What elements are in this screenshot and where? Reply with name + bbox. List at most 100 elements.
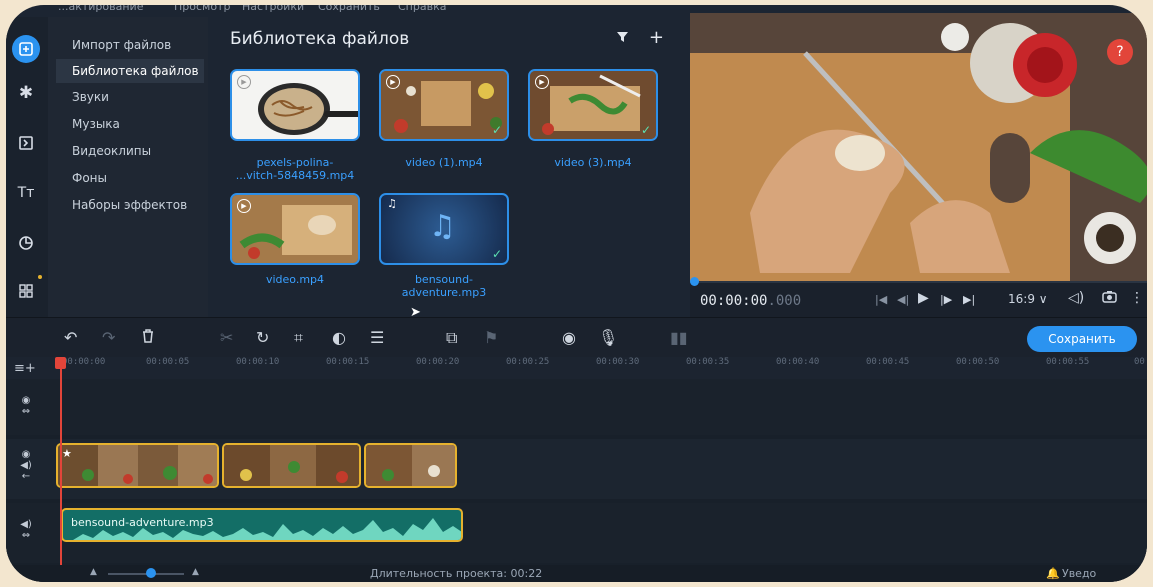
category-backgrounds[interactable]: Фоны	[56, 166, 204, 190]
clip-filmstrip	[58, 445, 217, 486]
player-controls: 00:00:00.000 |◀ ◀| ▶ |▶ ▶| 16:9 ∨ ◁) ⋮	[690, 277, 1147, 317]
plus-icon[interactable]: +	[649, 27, 664, 48]
link-icon[interactable]: ⇔	[6, 530, 46, 541]
library-tools: +	[616, 27, 664, 48]
text-track-controls: ◉ ⇔	[6, 395, 46, 417]
status-bar: ▲ ▲ Длительность проекта: 00:22 🔔 Уведо	[6, 565, 1147, 582]
transition-icon[interactable]	[12, 129, 40, 157]
step-back-icon[interactable]: ◀|	[897, 293, 909, 306]
library-item-caption: video (1).mp4	[405, 156, 483, 169]
library-item-caption: video.mp4	[265, 273, 325, 286]
bell-icon[interactable]: 🔔	[1046, 567, 1060, 580]
text-icon[interactable]: Tт	[12, 179, 40, 207]
undo-icon[interactable]: ↶	[64, 328, 77, 347]
library-item-audio[interactable]: ♫ ♫ ✓	[379, 193, 509, 265]
marker-icon[interactable]: ⚑	[484, 328, 498, 347]
volume-icon[interactable]: ◁)	[1068, 290, 1084, 306]
skip-start-icon[interactable]: |◀	[875, 293, 887, 306]
category-music[interactable]: Музыка	[56, 112, 204, 136]
help-button[interactable]: ?	[1107, 39, 1133, 65]
library-title: Библиотека файлов	[230, 29, 410, 49]
zoom-slider-knob[interactable]	[146, 568, 156, 578]
category-import[interactable]: Импорт файлов	[56, 33, 204, 57]
pin-icon[interactable]: ✱	[12, 79, 40, 107]
clip-filmstrip	[224, 445, 359, 486]
video-badge-icon: ▶	[237, 199, 251, 213]
color-adjust-icon[interactable]: ◐	[332, 328, 346, 347]
library-item[interactable]: ▶	[230, 193, 360, 265]
redo-icon[interactable]: ↷	[102, 328, 115, 347]
mute-icon[interactable]: ◀)	[6, 519, 46, 530]
video-clip[interactable]	[222, 443, 361, 488]
library-item[interactable]: ▶ ✓	[528, 69, 658, 141]
zoom-in-icon[interactable]: ▲	[192, 567, 199, 577]
library-item[interactable]: ▶ ✓	[379, 69, 509, 141]
mute-icon[interactable]: ◀)	[6, 460, 46, 471]
category-videoclips[interactable]: Видеоклипы	[56, 139, 204, 163]
link-icon[interactable]: ←	[6, 471, 46, 482]
snapshot-icon[interactable]	[1102, 290, 1117, 307]
music-badge-icon: ♫	[387, 197, 397, 210]
category-library[interactable]: Библиотека файлов	[56, 59, 204, 83]
playhead-handle[interactable]	[55, 357, 66, 369]
audio-clip-name: bensound-adventure.mp3	[71, 516, 214, 529]
video-preview[interactable]: ?	[690, 13, 1147, 281]
play-icon[interactable]: ▶	[918, 290, 929, 306]
notifications-label[interactable]: Уведо	[1062, 567, 1096, 580]
import-icon[interactable]	[12, 35, 40, 63]
ruler-tick: 00:00:05	[146, 357, 190, 367]
project-duration: Длительность проекта: 00:22	[370, 567, 543, 580]
more-menu-icon[interactable]: ⋮	[1130, 290, 1144, 306]
ruler-tick: 00:00:30	[596, 357, 640, 367]
rotate-icon[interactable]: ↻	[256, 328, 269, 347]
preview-progress-track	[690, 281, 1147, 283]
visibility-icon[interactable]: ◉	[6, 449, 46, 460]
microphone-icon[interactable]: 🎙	[598, 328, 618, 347]
ruler-tick: 00:00:10	[236, 357, 280, 367]
visibility-icon[interactable]: ◉	[6, 395, 46, 406]
sticker-icon[interactable]	[12, 229, 40, 257]
step-forward-icon[interactable]: |▶	[940, 293, 952, 306]
add-track-icon[interactable]: ≡+	[14, 361, 36, 376]
save-button[interactable]: Сохранить	[1027, 326, 1137, 352]
transition-tool-icon[interactable]: ⧉	[446, 328, 457, 348]
filter-icon[interactable]	[616, 27, 635, 48]
star-icon: ★	[62, 447, 72, 460]
tool-rail: ✱ Tт	[6, 17, 48, 317]
menu-view[interactable]: Просмотр	[174, 5, 230, 13]
menu-save[interactable]: Сохранить	[318, 5, 380, 13]
menu-edit[interactable]: ...актирование	[58, 5, 143, 13]
ruler-tick: 00:00:40	[776, 357, 820, 367]
video-clip[interactable]	[364, 443, 457, 488]
ruler-tick: 00:00:55	[1046, 357, 1090, 367]
link-icon[interactable]: ⇔	[6, 406, 46, 417]
video-clip[interactable]: ★	[56, 443, 219, 488]
video-badge-icon: ▶	[237, 75, 251, 89]
menu-settings[interactable]: Настройки	[242, 5, 304, 13]
audio-clip[interactable]: bensound-adventure.mp3	[61, 508, 463, 542]
clip-properties-icon[interactable]: ☰	[370, 328, 384, 347]
category-sounds[interactable]: Звуки	[56, 85, 204, 109]
ruler-tick: 00:00:45	[866, 357, 910, 367]
screenshot-frame: ...актирование Просмотр Настройки Сохран…	[0, 0, 1153, 587]
aspect-ratio-dropdown[interactable]: 16:9 ∨	[1008, 292, 1048, 306]
menu-help[interactable]: Справка	[398, 5, 446, 13]
cut-icon[interactable]: ✂	[220, 328, 233, 347]
timeline-ruler[interactable]: ≡+ 00:00:00 00:00:05 00:00:10 00:00:15 0…	[6, 357, 1147, 379]
library-item[interactable]: ▶	[230, 69, 360, 141]
file-library: Библиотека файлов + ▶ pexels-polina- ...…	[208, 17, 688, 320]
ruler-tick: 00:00:50	[956, 357, 1000, 367]
delete-icon[interactable]	[142, 328, 154, 347]
apps-icon[interactable]	[12, 275, 42, 305]
category-effect-packs[interactable]: Наборы эффектов	[56, 193, 204, 217]
zoom-out-icon[interactable]: ▲	[90, 567, 97, 577]
preview-progress-knob[interactable]	[690, 277, 699, 286]
used-check-icon: ✓	[491, 247, 502, 261]
webcam-icon[interactable]: ◉	[562, 328, 576, 347]
library-item-caption: video (3).mp4	[554, 156, 632, 169]
split-view-icon[interactable]: ▮▮	[670, 328, 688, 347]
skip-end-icon[interactable]: ▶|	[963, 293, 975, 306]
playhead[interactable]	[60, 357, 62, 567]
crop-icon[interactable]: ⌗	[294, 328, 303, 348]
used-check-icon: ✓	[640, 123, 651, 137]
